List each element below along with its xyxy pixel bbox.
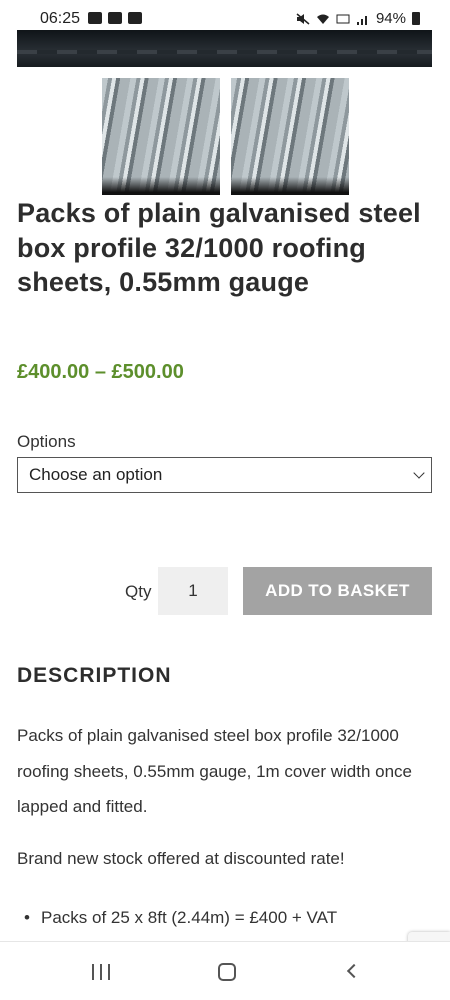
back-button[interactable] [346, 963, 362, 979]
options-select[interactable]: Choose an option [17, 457, 432, 493]
status-right-icons: 94% [296, 10, 420, 27]
product-title: Packs of plain galvanised steel box prof… [17, 198, 421, 297]
product-thumbnail-1[interactable] [102, 78, 220, 195]
chevron-down-icon [413, 467, 425, 479]
status-time: 06:25 [40, 10, 81, 27]
product-thumbnail-2[interactable] [231, 78, 349, 195]
system-nav-bar [0, 941, 450, 1000]
description-bullet-list: Packs of 25 x 8ft (2.44m) = £400 + VAT [24, 908, 337, 928]
volte-icon [336, 14, 350, 23]
status-left-icons [88, 12, 142, 24]
vpn-icon [128, 12, 142, 24]
list-item: Packs of 25 x 8ft (2.44m) = £400 + VAT [24, 908, 337, 928]
battery-icon [412, 12, 420, 25]
qty-label: Qty [125, 582, 152, 601]
options-selected-value: Choose an option [29, 465, 163, 484]
mute-icon [296, 12, 310, 25]
notification-icon [108, 12, 122, 24]
description-heading: DESCRIPTION [17, 664, 172, 687]
options-label: Options [17, 432, 76, 451]
image-icon [88, 12, 102, 24]
description-paragraph-2: Brand new stock offered at discounted ra… [17, 849, 345, 868]
product-price: £400.00 – £500.00 [17, 361, 184, 383]
add-to-basket-button[interactable]: ADD TO BASKET [243, 567, 432, 615]
description-paragraph-1: Packs of plain galvanised steel box prof… [17, 726, 412, 816]
wifi-icon [316, 14, 329, 24]
qty-input[interactable]: 1 [158, 567, 228, 615]
recent-apps-button[interactable] [92, 964, 110, 980]
product-main-image[interactable] [17, 30, 432, 67]
home-button[interactable] [218, 963, 236, 981]
battery-percent: 94% [375, 10, 406, 27]
signal-icon [356, 15, 367, 25]
